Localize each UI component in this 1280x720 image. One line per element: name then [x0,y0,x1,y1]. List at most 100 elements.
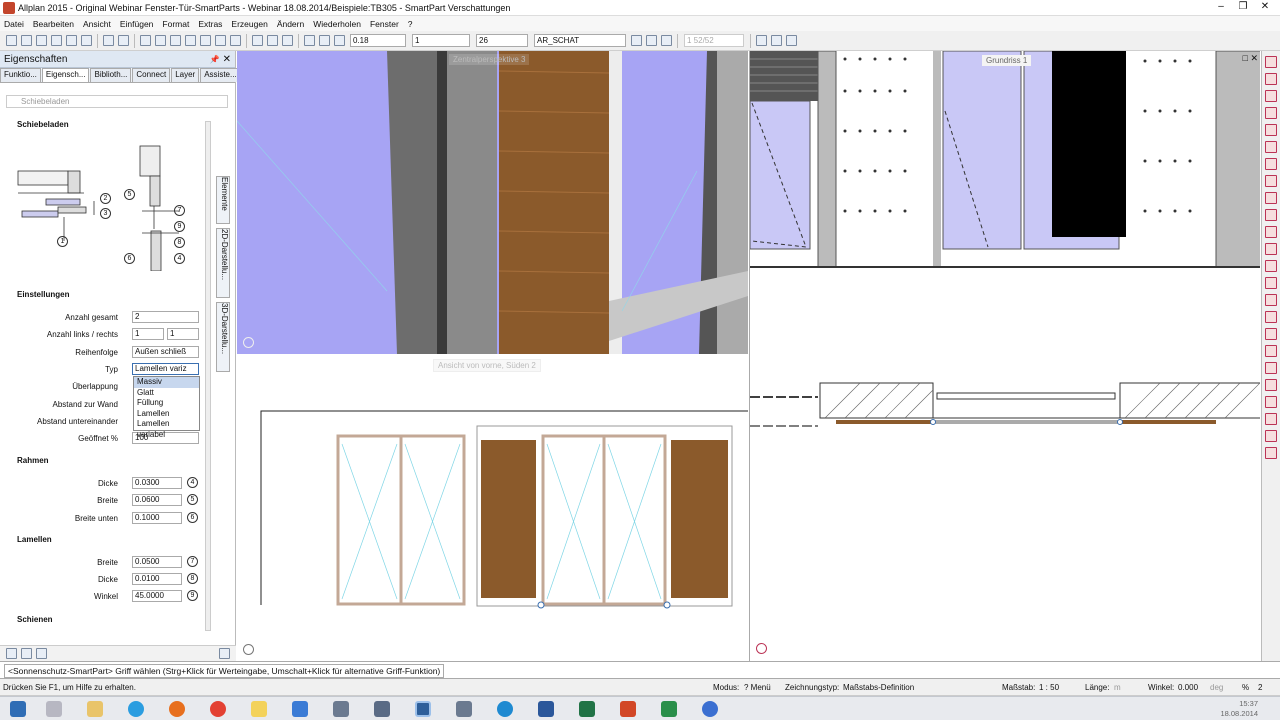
typ-select[interactable]: Lamellen variz [132,363,199,375]
print-preview-icon[interactable] [66,35,77,46]
plan-view-window-controls[interactable]: □ ✕ [1243,53,1258,64]
front-elevation-viewport[interactable]: Ansicht von vorne, Süden 2 [237,354,748,661]
hatch-icon[interactable] [1265,277,1277,289]
tab-funktionen[interactable]: Funktio... [0,68,41,82]
layer-visibility-icon[interactable] [646,35,657,46]
zoom-icon[interactable] [282,35,293,46]
app-icon-3[interactable] [374,701,390,717]
label-icon[interactable] [1265,362,1277,374]
menu-status[interactable]: ? Menü [744,683,771,692]
panel-scrollbar[interactable] [205,121,211,631]
lamellen-dicke-input[interactable]: 0.0100 [132,573,182,585]
add-favorite-icon[interactable] [6,648,17,659]
dimension-icon[interactable] [1265,328,1277,340]
draw-rectangle-icon[interactable] [1265,90,1277,102]
panel-settings-icon[interactable] [219,648,230,659]
rahmen-dicke-input[interactable]: 0.0300 [132,477,182,489]
winkel-value[interactable]: 0.000 [1178,683,1198,692]
tab-layer[interactable]: Layer [171,68,200,82]
menu-erzeugen[interactable]: Erzeugen [231,19,267,29]
redo-icon[interactable] [118,35,129,46]
draw-polyline-icon[interactable] [1265,73,1277,85]
cut-icon[interactable] [140,35,151,46]
folder-icon[interactable] [251,701,267,717]
perspective-viewport[interactable]: Zentralperspektive 3 [237,51,748,354]
allplan-task-icon[interactable] [415,701,431,717]
menu-format[interactable]: Format [162,19,189,29]
firefox-icon[interactable] [169,701,185,717]
layer-settings-icon[interactable] [631,35,642,46]
chrome-icon[interactable] [210,701,226,717]
menu-wiederholen[interactable]: Wiederholen [313,19,361,29]
window-icon[interactable] [267,35,278,46]
symbol-icon[interactable] [1265,379,1277,391]
front-view-settings-icon[interactable] [243,644,254,655]
move-icon[interactable] [200,35,211,46]
object-type-select[interactable]: Schiebeladen [6,95,228,108]
tab-eigenschaften[interactable]: Eigensch... [41,68,90,82]
zeichnungstyp-value[interactable]: Maßstabs-Definition [843,683,914,692]
system-clock[interactable]: 15:37 18.08.2014 [1220,699,1258,719]
powerpoint-icon[interactable] [620,701,636,717]
layer-lock-icon[interactable] [661,35,672,46]
vtab-elemente[interactable]: Elemente [216,176,230,224]
rahmen-breite-unten-input[interactable]: 0.1000 [132,512,182,524]
skype-icon[interactable] [497,701,513,717]
color-select[interactable]: 26 [476,34,528,47]
anzahl-links-input[interactable]: 1 [132,328,164,340]
pencil-icon[interactable] [334,35,345,46]
layer-select[interactable]: AR_SCHAT [534,34,626,47]
view-settings-icon[interactable] [243,337,254,348]
typ-option-fuellung[interactable]: Füllung [134,398,199,409]
menu-extras[interactable]: Extras [198,19,222,29]
menu-fenster[interactable]: Fenster [370,19,399,29]
ie-icon[interactable] [128,701,144,717]
draw-line-icon[interactable] [1265,56,1277,68]
anzahl-rechts-input[interactable]: 1 [167,328,199,340]
minimize-button[interactable]: – [1210,0,1232,14]
rotate-icon[interactable] [215,35,226,46]
pen-icon[interactable] [319,35,330,46]
draw-circle-icon[interactable] [1265,107,1277,119]
match-icon[interactable] [1265,430,1277,442]
extend-icon[interactable] [1265,192,1277,204]
typ-option-lamellen[interactable]: Lamellen [134,409,199,420]
paste-icon[interactable] [170,35,181,46]
app-icon-1[interactable] [292,701,308,717]
text-icon[interactable] [1265,345,1277,357]
menu-aendern[interactable]: Ändern [277,19,304,29]
network-app-icon[interactable] [702,701,718,717]
tool-icon[interactable] [46,701,62,717]
plot-icon[interactable] [81,35,92,46]
project-icon[interactable] [661,701,677,717]
fillet-icon[interactable] [1265,209,1277,221]
rahmen-breite-input[interactable]: 0.0600 [132,494,182,506]
open-file-icon[interactable] [21,35,32,46]
properties-tool-icon[interactable] [1265,413,1277,425]
menu-ansicht[interactable]: Ansicht [83,19,111,29]
layer-tool-icon[interactable] [1265,396,1277,408]
join-icon[interactable] [1265,260,1277,272]
offset-icon[interactable] [1265,158,1277,170]
pen-thickness-select[interactable]: 0.18 [350,34,406,47]
excel-icon[interactable] [579,701,595,717]
draw-curve-icon[interactable] [1265,124,1277,136]
grid-icon[interactable] [786,35,797,46]
fragment-icon[interactable] [771,35,782,46]
layout-icon[interactable] [252,35,263,46]
save-icon[interactable] [36,35,47,46]
typ-option-lamellen-variabel[interactable]: Lamellen variabel [134,419,199,440]
plan-viewport[interactable]: Grundriss 1 □ ✕ [749,51,1260,661]
load-favorite-icon[interactable] [21,648,32,659]
plan-view-settings-icon[interactable] [756,643,767,654]
menu-einfuegen[interactable]: Einfügen [120,19,154,29]
vtab-2d-darstellung[interactable]: 2D-Darstellu... [216,228,230,298]
restore-button[interactable]: ❐ [1232,0,1254,14]
vtab-3d-darstellung[interactable]: 3D-Darstellu... [216,302,230,372]
line-type-select[interactable]: 1 [412,34,470,47]
undo-icon[interactable] [103,35,114,46]
snap-icon[interactable] [756,35,767,46]
new-file-icon[interactable] [6,35,17,46]
delete-icon[interactable] [185,35,196,46]
word-icon[interactable] [538,701,554,717]
